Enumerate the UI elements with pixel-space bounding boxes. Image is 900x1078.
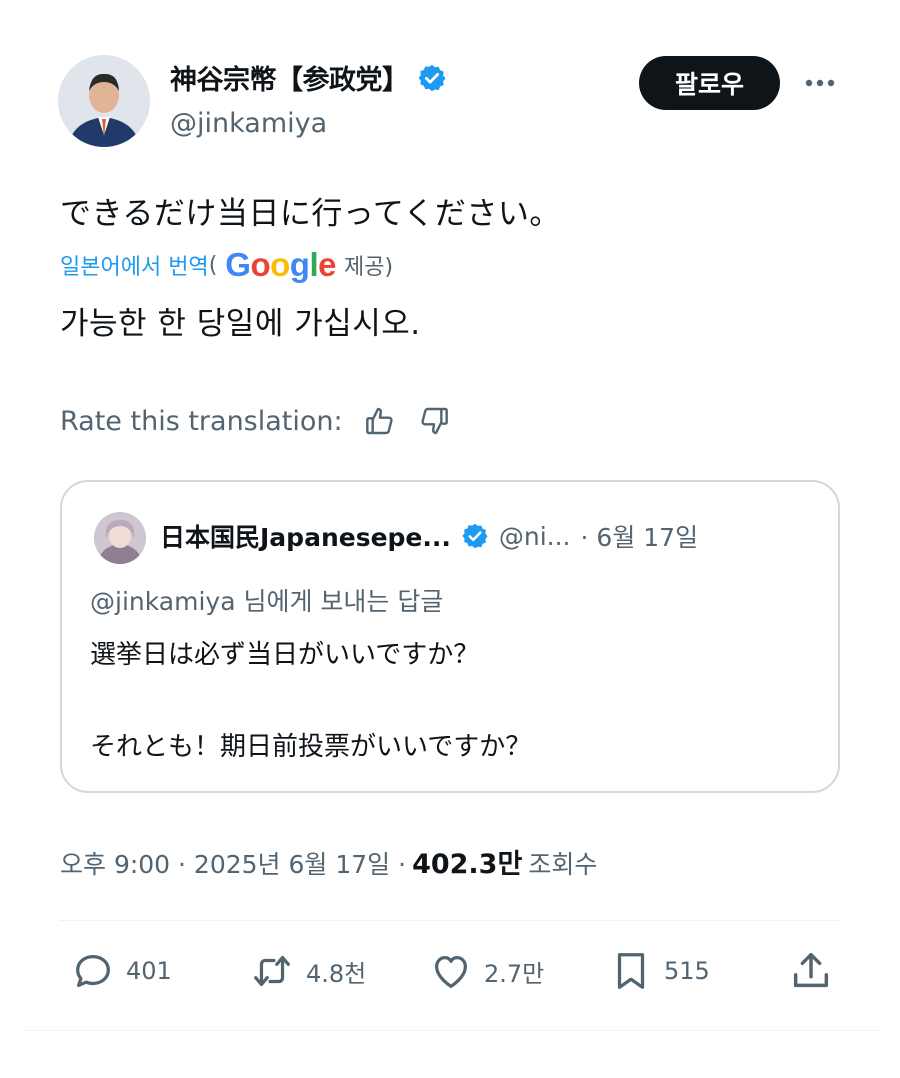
thumbs-up-icon[interactable]	[363, 405, 397, 437]
quoted-display-name[interactable]: 日本国民Japanesepe...	[160, 518, 451, 554]
reply-count: 401	[126, 957, 172, 985]
bookmark-icon	[608, 948, 654, 994]
heart-icon	[428, 948, 474, 994]
translated-text: 가능한 한 당일에 가십시오.	[60, 306, 421, 342]
author-name-row: 神谷宗幣【参政党】	[170, 58, 447, 97]
bookmark-button[interactable]: 515	[608, 948, 710, 994]
translated-from-link[interactable]: 일본어에서 번역	[60, 249, 209, 281]
share-button[interactable]	[788, 948, 834, 994]
reply-button[interactable]: 401	[70, 948, 172, 994]
author-avatar[interactable]	[58, 55, 150, 147]
views-count: 402.3만	[412, 849, 523, 880]
repost-icon	[248, 948, 296, 994]
provided-by-label: 제공)	[344, 255, 394, 280]
paren-open: (	[208, 252, 218, 278]
quoted-text-line-2: それとも！期日前投票がいいですか？	[90, 732, 532, 762]
google-logo: Google	[225, 246, 336, 283]
reply-context: @jinkamiya 님에게 보내는 답글	[90, 582, 443, 618]
bookmark-count: 515	[664, 957, 710, 985]
quoted-text-line-1: 選挙日は必ず当日がいいですか？	[90, 640, 480, 670]
reply-icon	[70, 948, 116, 994]
rate-translation-row: Rate this translation:	[60, 405, 451, 437]
translation-attribution: 일본어에서 번역 ( Google 제공)	[60, 246, 393, 284]
quoted-header: 日本国民Japanesepe... @ni... · 6월 17일	[160, 518, 698, 554]
reply-to-suffix: 님에게 보내는 답글	[243, 587, 444, 616]
like-button[interactable]: 2.7만	[428, 948, 544, 994]
like-count: 2.7만	[484, 959, 545, 988]
verified-badge-icon	[417, 63, 447, 93]
reply-to-mention[interactable]: @jinkamiya	[90, 587, 236, 616]
author-handle[interactable]: @jinkamiya	[170, 108, 327, 139]
repost-count: 4.8천	[306, 959, 367, 988]
tweet-timestamp[interactable]: 오후 9:00 · 2025년 6월 17일 ·	[60, 845, 406, 881]
quoted-author-avatar[interactable]	[94, 512, 146, 564]
tweet-text: できるだけ当日に行ってください。	[60, 196, 561, 232]
views-label: 조회수	[528, 850, 598, 879]
rate-translation-label: Rate this translation:	[60, 405, 343, 437]
author-display-name[interactable]: 神谷宗幣【参政党】	[170, 58, 409, 97]
action-bar: 401 4.8천 2.7만 515	[60, 948, 840, 1008]
repost-button[interactable]: 4.8천	[248, 948, 366, 994]
quoted-date: · 6월 17일	[580, 523, 699, 552]
quoted-tweet-card[interactable]: 日本国民Japanesepe... @ni... · 6월 17일 @jinka…	[60, 480, 840, 793]
follow-button[interactable]: 팔로우	[639, 56, 780, 110]
divider	[60, 920, 842, 921]
share-icon	[788, 948, 834, 994]
more-horizontal-icon[interactable]	[800, 66, 840, 100]
tweet-meta: 오후 9:00 · 2025년 6월 17일 · 402.3만 조회수	[60, 842, 597, 881]
thumbs-down-icon[interactable]	[417, 405, 451, 437]
divider	[22, 1030, 880, 1031]
quoted-verified-badge-icon	[461, 522, 489, 550]
quoted-handle[interactable]: @ni...	[499, 522, 571, 551]
